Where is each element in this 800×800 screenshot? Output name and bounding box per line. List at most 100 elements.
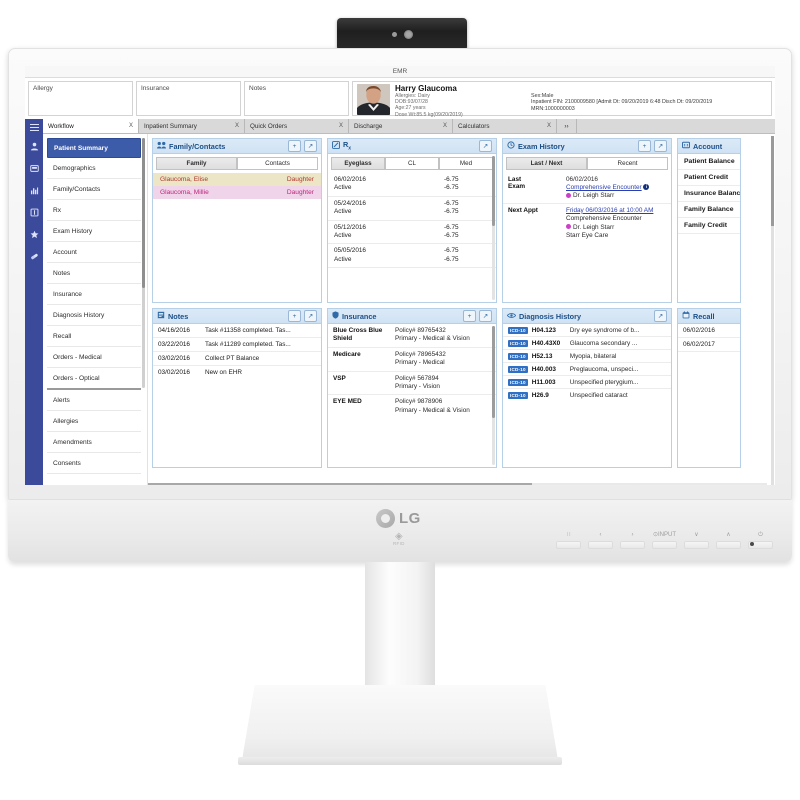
insurance-row[interactable]: VSP Policy# 567894 Primary - Vision <box>328 372 496 396</box>
note-row[interactable]: 04/16/2016 Task #11358 completed. Tas... <box>153 324 321 338</box>
tab-close-icon[interactable]: X <box>235 123 239 129</box>
expand-button[interactable]: ↗ <box>654 140 667 152</box>
tab-calculators[interactable]: Calculators X <box>453 119 557 133</box>
osd-menu-key[interactable]: ∷ <box>556 532 581 549</box>
rx-scrollbar-thumb[interactable] <box>492 156 495 226</box>
osd-input-key[interactable]: ⊙INPUT <box>652 532 677 549</box>
account-row[interactable]: Insurance Balance <box>678 186 740 202</box>
add-button[interactable]: + <box>288 310 301 322</box>
nav-item-demographics[interactable]: Demographics <box>47 158 141 179</box>
expand-button[interactable]: ↗ <box>654 310 667 322</box>
diagnosis-row[interactable]: ICD-10 H40.43X0 Glaucoma secondary ... <box>503 337 671 350</box>
rx-scrollbar[interactable] <box>492 156 495 300</box>
pill-icon[interactable] <box>30 252 39 263</box>
rx-row[interactable]: 05/24/2016 Active -6.75 -6.75 <box>328 197 496 221</box>
osd-down-key[interactable]: ∨ <box>684 532 709 549</box>
osd-left-key[interactable]: ‹ <box>588 532 613 549</box>
segment-last-next[interactable]: Last / Next <box>506 157 587 170</box>
insurance-row[interactable]: EYE MED Policy# 9878906 Primary - Medical… <box>328 395 496 418</box>
osd-key-pad[interactable] <box>716 541 741 549</box>
dashboard-hscrollbar[interactable] <box>148 483 767 485</box>
rx-row[interactable]: 06/02/2016 Active -6.75 -6.75 <box>328 173 496 197</box>
tab-close-icon[interactable]: X <box>129 123 133 129</box>
menu-icon[interactable] <box>29 124 39 132</box>
tab-workflow[interactable]: Workflow X <box>43 119 139 133</box>
osd-key-pad[interactable] <box>652 541 677 549</box>
rx-row[interactable]: 05/05/2016 Active -6.75 -6.75 <box>328 244 496 269</box>
tab-overflow-button[interactable]: ›› <box>557 119 577 133</box>
expand-button[interactable]: ↗ <box>479 310 492 322</box>
segment-cl[interactable]: CL <box>385 157 439 170</box>
family-row[interactable]: Glaucoma, Millie Daughter <box>153 186 321 199</box>
nav-item-allergies[interactable]: Allergies <box>47 411 141 432</box>
expand-button[interactable]: ↗ <box>479 140 492 152</box>
diagnosis-row[interactable]: ICD-10 H11.003 Unspecified pterygium... <box>503 376 671 389</box>
nav-item-notes[interactable]: Notes <box>47 263 141 284</box>
nav-item-exam-history[interactable]: Exam History <box>47 221 141 242</box>
info-icon[interactable]: i <box>643 184 650 191</box>
diagnosis-row[interactable]: ICD-10 H40.003 Preglaucoma, unspeci... <box>503 363 671 376</box>
nav-item-patient-summary[interactable]: Patient Summary <box>47 138 141 158</box>
chart-card-icon[interactable] <box>29 164 39 175</box>
nav-item-rx[interactable]: Rx <box>47 200 141 221</box>
nav-item-recall[interactable]: Recall <box>47 326 141 347</box>
osd-key-pad[interactable] <box>620 541 645 549</box>
diagnosis-row[interactable]: ICD-10 H26.9 Unspecified cataract <box>503 389 671 401</box>
rx-row[interactable]: 05/12/2016 Active -6.75 -6.75 <box>328 221 496 245</box>
banner-tile-notes[interactable]: Notes <box>244 81 349 116</box>
insurance-scrollbar-thumb[interactable] <box>492 326 495 418</box>
dashboard-scrollbar[interactable] <box>771 136 774 485</box>
exam-next-appt-link[interactable]: Friday 06/03/2016 at 10:00 AM <box>566 207 653 214</box>
book-icon[interactable] <box>30 208 39 219</box>
tab-close-icon[interactable]: X <box>547 123 551 129</box>
note-row[interactable]: 03/02/2016 Collect PT Balance <box>153 352 321 366</box>
tab-close-icon[interactable]: X <box>339 123 343 129</box>
nav-scrollbar[interactable] <box>142 138 145 388</box>
add-button[interactable]: + <box>288 140 301 152</box>
banner-tile-insurance[interactable]: Insurance <box>136 81 241 116</box>
insurance-row[interactable]: Medicare Policy# 78965432 Primary - Medic… <box>328 348 496 372</box>
insurance-scrollbar[interactable] <box>492 326 495 465</box>
segment-recent[interactable]: Recent <box>587 157 668 170</box>
add-button[interactable]: + <box>463 310 476 322</box>
segment-contacts[interactable]: Contacts <box>237 157 318 170</box>
nav-item-amendments[interactable]: Amendments <box>47 432 141 453</box>
diagnosis-row[interactable]: ICD-10 H04.123 Dry eye syndrome of b... <box>503 324 671 337</box>
expand-button[interactable]: ↗ <box>304 310 317 322</box>
account-row[interactable]: Patient Credit <box>678 170 740 186</box>
nav-item-alerts[interactable]: Alerts <box>47 390 141 411</box>
tab-inpatient-summary[interactable]: Inpatient Summary X <box>139 119 245 133</box>
tab-discharge[interactable]: Discharge X <box>349 119 453 133</box>
diagnosis-row[interactable]: ICD-10 H52.13 Myopia, bilateral <box>503 350 671 363</box>
nav-item-consents[interactable]: Consents <box>47 453 141 474</box>
nav-item-family-contacts[interactable]: Family/Contacts <box>47 179 141 200</box>
nav-item-insurance[interactable]: Insurance <box>47 284 141 305</box>
osd-right-key[interactable]: › <box>620 532 645 549</box>
bar-chart-icon[interactable] <box>30 186 39 197</box>
insurance-row[interactable]: Blue Cross Blue Shield Policy# 89765432 P… <box>328 324 496 348</box>
dashboard-hscrollbar-thumb[interactable] <box>148 483 532 485</box>
account-row[interactable]: Patient Balance <box>678 154 740 170</box>
nav-item-orders-optical[interactable]: Orders - Optical <box>47 368 141 390</box>
expand-button[interactable]: ↗ <box>304 140 317 152</box>
recall-row[interactable]: 06/02/2017 <box>678 338 740 352</box>
exam-last-encounter-link[interactable]: Comprehensive Encounter <box>566 184 642 191</box>
account-row[interactable]: Family Credit <box>678 218 740 234</box>
recall-row[interactable]: 06/02/2016 <box>678 324 740 338</box>
tab-quick-orders[interactable]: Quick Orders X <box>245 119 349 133</box>
osd-up-key[interactable]: ∧ <box>716 532 741 549</box>
banner-tile-allergy[interactable]: Allergy <box>28 81 133 116</box>
tab-close-icon[interactable]: X <box>443 123 447 129</box>
osd-key-pad[interactable] <box>684 541 709 549</box>
osd-power-key[interactable]: ⏻ <box>748 532 773 549</box>
add-button[interactable]: + <box>638 140 651 152</box>
nav-item-orders-medical[interactable]: Orders - Medical <box>47 347 141 368</box>
account-row[interactable]: Family Balance <box>678 202 740 218</box>
family-row[interactable]: Glaucoma, Elise Daughter <box>153 173 321 186</box>
star-icon[interactable] <box>30 230 39 241</box>
segment-family[interactable]: Family <box>156 157 237 170</box>
nav-item-diagnosis-history[interactable]: Diagnosis History <box>47 305 141 326</box>
segment-med[interactable]: Med <box>439 157 493 170</box>
person-icon[interactable] <box>30 142 39 153</box>
note-row[interactable]: 03/02/2016 New on EHR <box>153 366 321 379</box>
